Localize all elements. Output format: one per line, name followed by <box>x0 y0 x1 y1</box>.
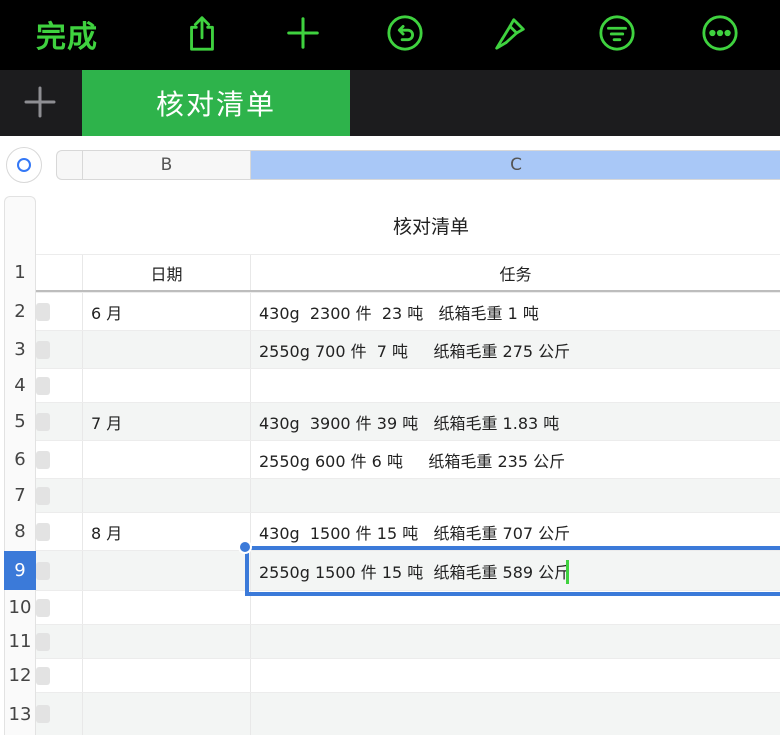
checkbox[interactable] <box>36 666 50 685</box>
date-cell[interactable] <box>82 479 250 512</box>
row-number[interactable]: 7 <box>4 479 36 512</box>
column-header-bar: B C <box>56 150 780 180</box>
date-cell[interactable]: 8 月 <box>82 513 250 550</box>
spreadsheet-body: 核对清单 1 日期 任务 2 6 月 430g 2300 件 23 吨 纸箱毛重… <box>0 196 780 735</box>
organize-icon[interactable] <box>597 10 637 56</box>
sheet-tab-active[interactable]: 核对清单 <box>82 70 350 136</box>
checkbox[interactable] <box>36 705 50 723</box>
date-cell[interactable] <box>82 331 250 368</box>
row-number[interactable]: 1 <box>4 255 36 290</box>
column-header-a[interactable] <box>57 151 83 179</box>
checkbox[interactable] <box>36 450 50 469</box>
done-button[interactable]: 完成 <box>36 12 98 56</box>
undo-icon[interactable] <box>385 10 425 56</box>
row-number-selected[interactable]: 9 <box>4 551 36 590</box>
row-number[interactable]: 3 <box>4 331 36 368</box>
column-header-b[interactable]: B <box>83 151 251 179</box>
table-row: 2 6 月 430g 2300 件 23 吨 纸箱毛重 1 吨 <box>14 292 780 330</box>
row-number[interactable]: 4 <box>4 369 36 402</box>
add-icon[interactable] <box>283 10 323 56</box>
task-cell[interactable] <box>250 369 780 402</box>
checkbox[interactable] <box>36 340 50 359</box>
row-number[interactable]: 12 <box>4 659 36 692</box>
table-title[interactable]: 核对清单 <box>250 196 612 254</box>
date-cell[interactable] <box>82 693 250 735</box>
share-icon[interactable] <box>182 10 222 56</box>
top-toolbar: 完成 <box>0 0 780 70</box>
text-caret <box>566 560 569 584</box>
date-cell[interactable] <box>82 441 250 478</box>
date-cell[interactable] <box>82 625 250 658</box>
row-number[interactable]: 13 <box>4 693 36 735</box>
task-cell[interactable]: 430g 3900 件 39 吨 纸箱毛重 1.83 吨 <box>250 403 780 440</box>
row-number[interactable]: 6 <box>4 441 36 478</box>
task-cell[interactable]: 430g 2300 件 23 吨 纸箱毛重 1 吨 <box>250 293 780 330</box>
cell-selection-frame <box>245 546 780 596</box>
table-row: 7 <box>14 478 780 512</box>
checkbox[interactable] <box>36 522 50 541</box>
column-header-c[interactable]: C <box>251 151 780 179</box>
more-icon[interactable] <box>700 10 740 56</box>
header-cell-task[interactable]: 任务 <box>250 255 780 290</box>
table-row: 4 <box>14 368 780 402</box>
checkbox[interactable] <box>36 486 50 505</box>
format-brush-icon[interactable] <box>490 10 530 56</box>
task-cell[interactable]: 2550g 600 件 6 吨 纸箱毛重 235 公斤 <box>250 441 780 478</box>
checkbox[interactable] <box>36 561 50 580</box>
table-row: 11 <box>9 624 780 658</box>
date-cell[interactable]: 7 月 <box>82 403 250 440</box>
select-ring-icon <box>17 158 31 172</box>
add-sheet-icon[interactable] <box>22 84 58 120</box>
task-cell[interactable]: 2550g 700 件 7 吨 纸箱毛重 275 公斤 <box>250 331 780 368</box>
select-all-button[interactable] <box>6 147 42 183</box>
table-row: 3 2550g 700 件 7 吨 纸箱毛重 275 公斤 <box>14 330 780 368</box>
table-row: 6 2550g 600 件 6 吨 纸箱毛重 235 公斤 <box>14 440 780 478</box>
task-cell[interactable] <box>250 659 780 692</box>
table-header-row: 1 日期 任务 <box>14 254 780 292</box>
checkbox[interactable] <box>36 376 50 395</box>
date-cell[interactable] <box>82 591 250 624</box>
checkbox[interactable] <box>36 632 50 651</box>
checkbox[interactable] <box>36 412 50 431</box>
row-number[interactable]: 2 <box>4 293 36 330</box>
task-cell[interactable] <box>250 625 780 658</box>
task-cell[interactable]: 430g 1500 件 15 吨 纸箱毛重 707 公斤 <box>250 513 780 550</box>
table-row: 8 8 月 430g 1500 件 15 吨 纸箱毛重 707 公斤 <box>14 512 780 550</box>
row-number[interactable]: 11 <box>4 625 36 658</box>
row-number[interactable]: 10 <box>4 591 36 624</box>
checkbox[interactable] <box>36 302 50 321</box>
task-cell[interactable] <box>250 479 780 512</box>
table-row: 13 <box>9 692 780 735</box>
header-cell-date[interactable]: 日期 <box>82 255 250 290</box>
row-number[interactable]: 5 <box>4 403 36 440</box>
row-number[interactable]: 8 <box>4 513 36 550</box>
date-cell[interactable]: 6 月 <box>82 293 250 330</box>
checkbox[interactable] <box>36 598 50 617</box>
selection-handle[interactable] <box>238 540 252 554</box>
date-cell[interactable] <box>82 551 250 590</box>
table-row: 5 7 月 430g 3900 件 39 吨 纸箱毛重 1.83 吨 <box>14 402 780 440</box>
task-cell[interactable] <box>250 693 780 735</box>
date-cell[interactable] <box>82 369 250 402</box>
table-row: 12 <box>9 658 780 692</box>
date-cell[interactable] <box>82 659 250 692</box>
